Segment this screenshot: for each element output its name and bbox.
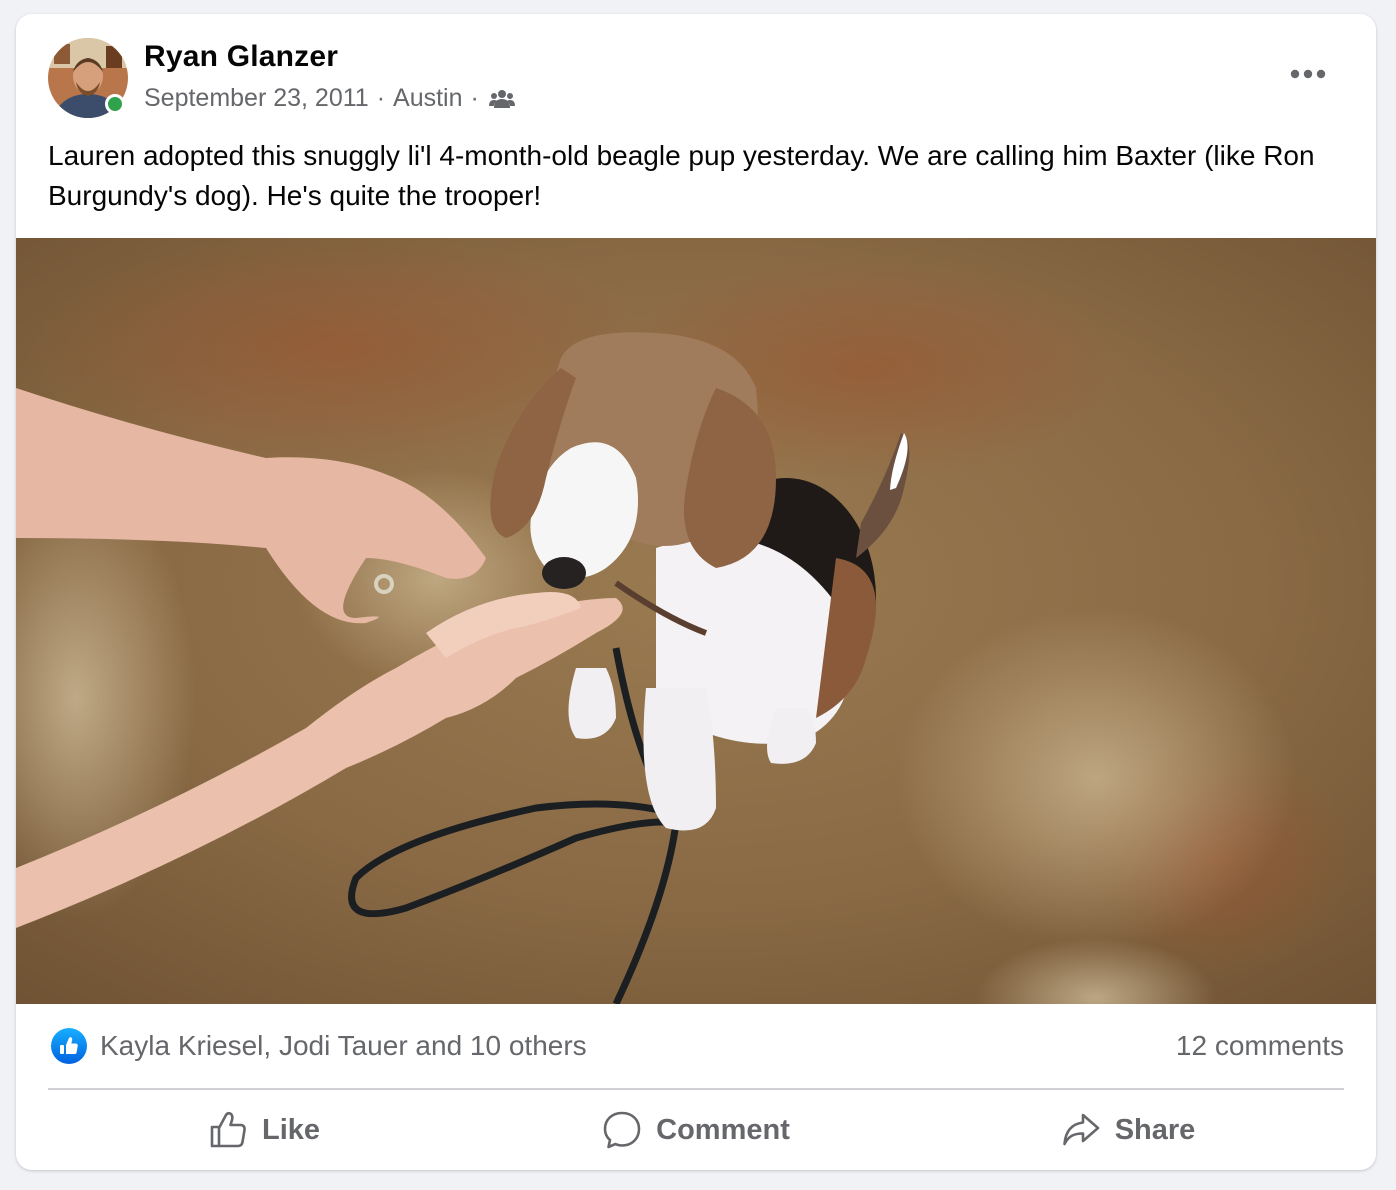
friends-icon[interactable] xyxy=(488,88,515,110)
comment-button[interactable]: Comment xyxy=(480,1092,912,1168)
post-location[interactable]: Austin xyxy=(393,84,462,113)
comment-label: Comment xyxy=(656,1113,790,1146)
post-text: Lauren adopted this snuggly li'l 4-month… xyxy=(48,140,1315,211)
online-status-dot xyxy=(105,94,125,114)
meta-separator: · xyxy=(376,84,386,112)
meta-separator: · xyxy=(470,84,479,112)
post-date[interactable]: September 23, 2011 xyxy=(144,84,369,113)
post-photo[interactable] xyxy=(16,238,1376,1004)
post-actions: Like Comment Share xyxy=(48,1092,1344,1168)
post-stats: Kayla Kriesel, Jodi Tauer and 10 others … xyxy=(48,1022,1344,1078)
actions-divider xyxy=(48,1088,1344,1090)
post-meta: September 23, 2011 · Austin · xyxy=(144,84,515,113)
like-reaction-icon[interactable] xyxy=(51,1028,87,1064)
comment-bubble-icon xyxy=(603,1111,641,1149)
post-header: Ryan Glanzer September 23, 2011 · Austin… xyxy=(16,14,1376,134)
like-button[interactable]: Like xyxy=(48,1092,480,1168)
author-name[interactable]: Ryan Glanzer xyxy=(144,40,338,74)
more-options-icon xyxy=(1290,69,1326,79)
post-card: Ryan Glanzer September 23, 2011 · Austin… xyxy=(16,14,1376,1170)
reactions-summary[interactable]: Kayla Kriesel, Jodi Tauer and 10 others xyxy=(100,1030,587,1062)
share-button[interactable]: Share xyxy=(912,1092,1344,1168)
more-options-button[interactable] xyxy=(1288,54,1328,94)
thumbs-up-icon xyxy=(210,1111,246,1148)
like-label: Like xyxy=(261,1113,321,1146)
share-arrow-icon xyxy=(1062,1113,1099,1146)
comment-count[interactable]: 12 comments xyxy=(1176,1030,1344,1062)
share-label: Share xyxy=(1114,1113,1196,1146)
